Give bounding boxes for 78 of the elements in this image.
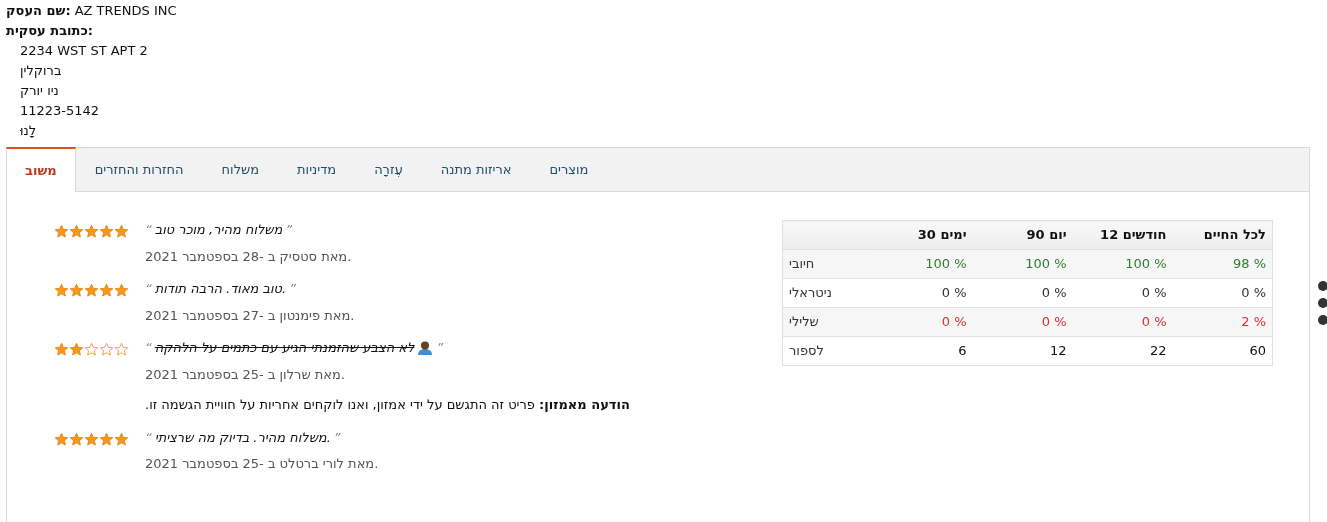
tab[interactable]: החזרות והחזרים bbox=[75, 148, 203, 191]
star-icon bbox=[99, 283, 114, 298]
tab[interactable]: אריזות מתנה bbox=[421, 148, 531, 191]
quote-mark: ” bbox=[285, 221, 293, 239]
star-icon bbox=[99, 431, 114, 447]
star-icon bbox=[99, 342, 114, 357]
column-header: לכל החיים bbox=[1172, 220, 1273, 250]
review-text: משלוח מהיר, מוכר טוב bbox=[154, 221, 283, 239]
review-byline: מאת שרלון ב -25 בספטמבר 2021. bbox=[145, 365, 345, 384]
table-cell: 0 % bbox=[972, 278, 1073, 308]
row-label: לספור bbox=[782, 336, 873, 366]
table-cell: 100 % bbox=[872, 249, 973, 279]
table-cell: 0 % bbox=[872, 307, 973, 337]
tab[interactable]: משוב bbox=[6, 147, 76, 192]
quote-mark: “ bbox=[145, 339, 152, 357]
table-cell: 22 bbox=[1072, 336, 1173, 366]
star-icon bbox=[69, 431, 84, 447]
review-text: לא הצבע שהזמנתי הגיע עם כתמים על הלהקה bbox=[154, 339, 415, 357]
more-options-icon[interactable] bbox=[1317, 280, 1327, 328]
star-icon bbox=[84, 283, 99, 298]
quote-mark: “ bbox=[145, 280, 152, 298]
tab[interactable]: מוצרים bbox=[530, 148, 608, 191]
tab[interactable]: משלוח bbox=[202, 148, 279, 191]
star-icon bbox=[114, 342, 129, 357]
address-line: 11223-5142 bbox=[20, 102, 100, 120]
star-icon bbox=[69, 224, 84, 239]
business-name-label: שם העסק: bbox=[6, 2, 71, 20]
address-line: ניו יורק bbox=[20, 82, 59, 100]
address-line: לָנוּ bbox=[20, 122, 37, 140]
review-byline: מאת לורי ברטלט ב -25 בספטמבר 2021. bbox=[145, 455, 379, 473]
row-label: חיובי bbox=[782, 249, 873, 279]
star-icon bbox=[54, 224, 69, 239]
address-label: כתובת עסקית: bbox=[6, 22, 94, 40]
row-label: ניטראלי bbox=[782, 278, 873, 308]
column-header: יום 90 bbox=[972, 220, 1073, 250]
table-cell: 2 % bbox=[1172, 307, 1273, 337]
table-cell: 98 % bbox=[1172, 249, 1273, 279]
quote-mark: “ bbox=[145, 428, 152, 447]
star-icon bbox=[54, 342, 69, 357]
star-icon bbox=[54, 283, 69, 298]
table-cell: 0 % bbox=[1072, 307, 1173, 337]
quote-mark: ” bbox=[289, 280, 296, 298]
star-icon bbox=[114, 224, 129, 239]
star-icon bbox=[69, 283, 84, 298]
review-text: טוב מאוד. הרבה תודות. bbox=[154, 280, 287, 298]
row-label: שלילי bbox=[782, 307, 873, 337]
table-cell: 60 bbox=[1172, 336, 1273, 366]
table-cell: 100 % bbox=[1072, 249, 1173, 279]
business-name: AZ TRENDS INC bbox=[74, 2, 177, 20]
table-cell: 0 % bbox=[872, 278, 973, 308]
star-icon bbox=[69, 342, 84, 357]
star-icon bbox=[99, 224, 114, 239]
table-cell: 100 % bbox=[972, 249, 1073, 279]
table-cell: 0 % bbox=[1172, 278, 1273, 308]
star-icon bbox=[54, 431, 69, 447]
quote-mark: ” bbox=[436, 339, 444, 357]
address-line: ברוקלין bbox=[20, 62, 62, 80]
star-icon bbox=[84, 224, 99, 239]
star-icon bbox=[84, 342, 99, 357]
quote-mark: “ bbox=[145, 221, 152, 239]
review-byline: מאת פימנטון ב -27 בספטמבר 2021. bbox=[145, 306, 355, 325]
tab[interactable]: מדיניות bbox=[278, 148, 356, 191]
star-icon bbox=[84, 431, 99, 447]
column-header: חודשים 12 bbox=[1072, 220, 1173, 250]
review-text: משלוח מהיר. בדיוק מה שרציתי. bbox=[154, 428, 331, 447]
table-cell: 6 bbox=[872, 336, 973, 366]
star-icon bbox=[114, 283, 129, 298]
person-icon bbox=[417, 339, 434, 356]
star-icon bbox=[114, 431, 129, 447]
table-cell: 0 % bbox=[972, 307, 1073, 337]
column-header: ימים 30 bbox=[872, 220, 973, 250]
seller-notice: הודעה מאמזון: פריט זה התגשם על ידי אמזון, ואנו לוקחים אחריות על חוויית הגשמה זו. bbox=[145, 396, 630, 414]
tab[interactable]: עֶזרָה bbox=[355, 148, 422, 191]
quote-mark: ” bbox=[333, 428, 341, 447]
table-cell: 0 % bbox=[1072, 278, 1173, 308]
address-line: 2234 WST ST APT 2 bbox=[20, 42, 148, 60]
review-byline: מאת סטסיק ב -28 בספטמבר 2021. bbox=[145, 247, 352, 266]
table-cell: 12 bbox=[972, 336, 1073, 366]
